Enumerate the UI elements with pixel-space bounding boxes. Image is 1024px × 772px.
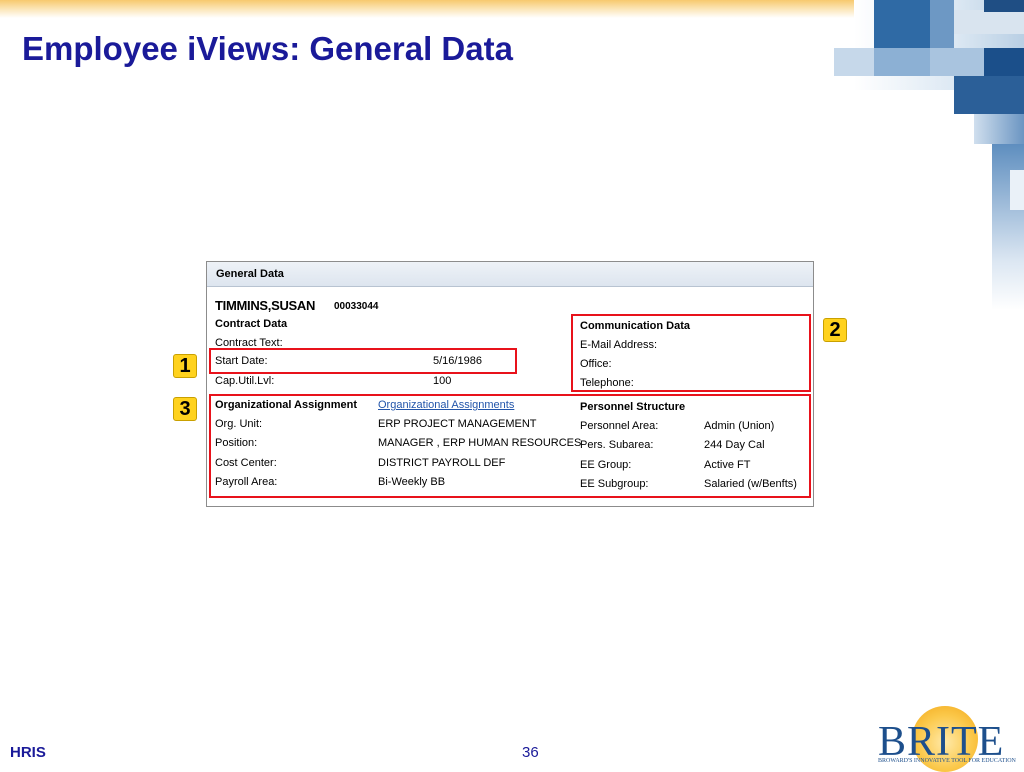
contract-data-heading: Contract Data xyxy=(215,318,288,330)
footer-hris-label: HRIS xyxy=(10,744,46,761)
panel-header: General Data xyxy=(207,262,813,287)
page-number: 36 xyxy=(522,744,539,761)
org-personnel-highlight-box xyxy=(209,394,811,498)
employee-id: 00033044 xyxy=(334,301,379,312)
callout-2: 2 xyxy=(823,318,847,342)
callout-3: 3 xyxy=(173,397,197,421)
brite-tagline: BROWARD'S INNOVATIVE TOOL FOR EDUCATION xyxy=(878,758,1016,764)
employee-name: TIMMINS,SUSAN xyxy=(215,298,316,313)
panel-header-title: General Data xyxy=(216,268,284,280)
callout-1: 1 xyxy=(173,354,197,378)
cap-util-label: Cap.Util.Lvl: xyxy=(215,375,275,387)
cap-util-value: 100 xyxy=(433,375,452,387)
slide-title: Employee iViews: General Data xyxy=(22,30,513,67)
communication-highlight-box xyxy=(571,314,811,392)
decorative-corner-graphic xyxy=(834,0,1024,310)
start-date-highlight-box xyxy=(209,348,517,374)
